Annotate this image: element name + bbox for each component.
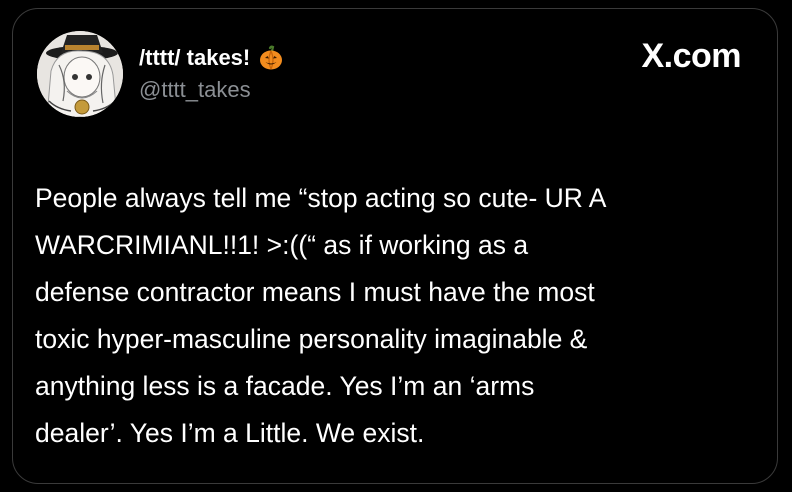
tweet-text-line: People always tell me “stop acting so cu… xyxy=(35,183,607,213)
author-display-name[interactable]: /tttt/ takes! xyxy=(139,45,250,71)
author-handle[interactable]: @tttt_takes xyxy=(139,77,251,103)
pumpkin-icon xyxy=(258,45,284,71)
tweet-text-line: defense contractor means I must have the… xyxy=(35,277,595,307)
brand-logo: X.com xyxy=(641,37,741,75)
avatar[interactable] xyxy=(37,31,123,117)
tweet-card: /tttt/ takes! @tttt_takes X.com People a… xyxy=(12,8,778,484)
tweet-text-line: WARCRIMIANL!!1! >:((“ as if working as a xyxy=(35,230,529,260)
author-display-name-row[interactable]: /tttt/ takes! xyxy=(139,45,284,71)
tweet-text-line: toxic hyper-masculine personality imagin… xyxy=(35,324,588,354)
tweet-text: People always tell me “stop acting so cu… xyxy=(35,175,765,457)
tweet-text-line: dealer’. Yes I’m a Little. We exist. xyxy=(35,418,425,448)
tweet-text-line: anything less is a facade. Yes I’m an ‘a… xyxy=(35,371,535,401)
